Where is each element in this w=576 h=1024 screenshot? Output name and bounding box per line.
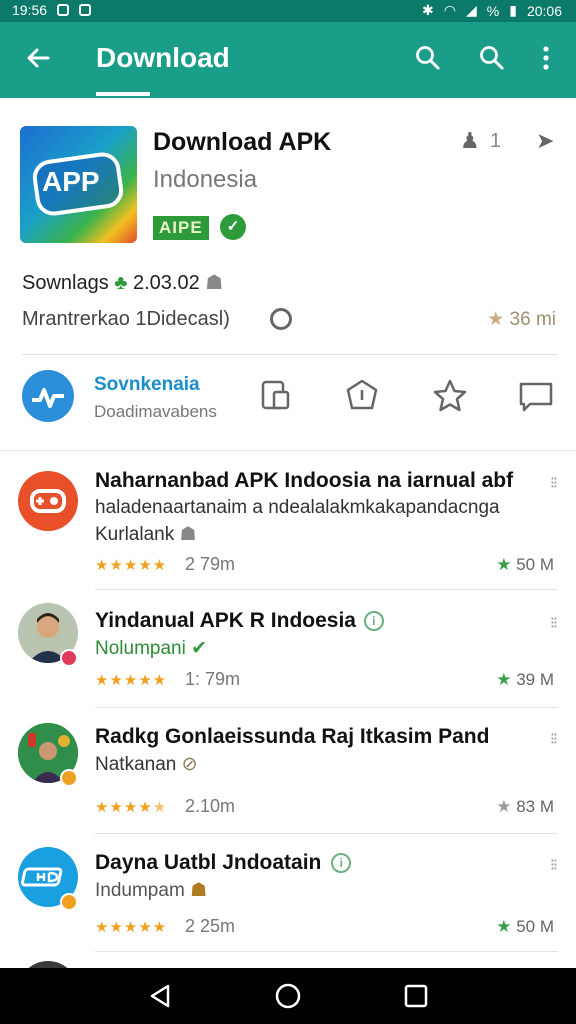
divider	[95, 707, 558, 708]
item-size: 1: 79m	[185, 669, 241, 689]
info-icon[interactable]: i	[363, 611, 384, 631]
title-underline	[96, 92, 150, 96]
nav-back-icon[interactable]	[146, 982, 174, 1010]
star-icon: ★	[487, 309, 505, 330]
verified-icon: ✔	[191, 638, 208, 659]
developer-logo[interactable]	[22, 370, 74, 422]
app-detail-header: APP Download APK Indonesia AIPE ✓ ♟ 1 ➤ …	[0, 98, 576, 450]
item-size: 2 25m	[185, 916, 236, 936]
item-title: Yindanual APK R Indoesia i	[95, 609, 384, 633]
battery-icon: ▮	[509, 2, 517, 18]
logo-text: APP	[42, 166, 100, 197]
nav-recents-icon[interactable]	[402, 982, 430, 1010]
badge-icon	[60, 769, 78, 787]
star-icon: ★	[496, 670, 512, 689]
nav-home-icon[interactable]	[274, 982, 302, 1010]
app-bar: Download	[0, 22, 576, 98]
tag-icon: ⊘	[181, 754, 198, 775]
downloads-value: 2.03.02	[132, 272, 200, 294]
app-logo: APP	[20, 126, 137, 243]
item-size: 2 79m	[185, 554, 236, 574]
star-outline-icon[interactable]	[432, 378, 468, 414]
item-title: Dayna Uatbl Jndoatain i	[95, 851, 352, 875]
star-icon: ★	[496, 797, 512, 816]
status-time-right: 20:06	[526, 2, 562, 19]
page-title: Download	[96, 42, 230, 73]
pulse-icon	[32, 388, 64, 408]
rating-stars: ★★★★★	[95, 672, 168, 689]
item-rating-right: ★ 50 M	[496, 917, 554, 936]
globe-icon[interactable]	[270, 308, 292, 330]
item-description: haladenaartanaim a ndealalakmkakapandacn…	[95, 497, 500, 518]
more-icon[interactable]: ⁝⁝	[550, 729, 558, 749]
divider	[95, 833, 558, 834]
battery-percent: %	[486, 2, 500, 19]
item-title: Naharnanbad APK Indoosia na iarnual abf	[95, 469, 514, 492]
app-subtitle: Indonesia	[153, 166, 258, 193]
downloads-row: Sownlags ♣ 2.03.02 ☗	[22, 270, 223, 295]
app-name: Download APK	[153, 128, 332, 156]
search-icon[interactable]	[414, 44, 442, 72]
item-title: Radkg Gonlaeissunda Raj Itkasim Pand	[95, 725, 490, 748]
person-count: 1	[490, 130, 502, 152]
lock-icon: ☗	[205, 272, 224, 294]
verified-check-icon: ✓	[220, 214, 246, 240]
item-developer: Indumpam ☗	[95, 880, 208, 901]
comment-icon[interactable]	[518, 378, 554, 414]
system-nav-bar	[0, 968, 576, 1024]
rating-stars: ★★★★★	[95, 557, 168, 574]
more-icon[interactable]: ⁝⁝	[550, 473, 558, 493]
lock-icon: ☗	[190, 880, 208, 901]
divider	[22, 354, 558, 355]
status-time-left: 19:56	[12, 2, 48, 18]
wifi-icon: ◠	[443, 2, 456, 18]
badge-icon	[60, 893, 78, 911]
gamepad-icon	[30, 489, 66, 513]
developer-subtitle: Doadimavabens	[94, 402, 217, 421]
item-rating-right: ★ 83 M	[496, 797, 554, 816]
bluetooth-icon: ✱	[422, 2, 434, 18]
star-icon: ★	[496, 917, 512, 936]
signal-icon: ◢	[466, 2, 477, 18]
lock-icon: ☗	[179, 524, 197, 545]
meta-row: Mrantrerkao 1Didecasl)	[22, 308, 230, 330]
app-icon	[18, 471, 78, 531]
rating-summary: ★ 36 mi	[487, 308, 556, 331]
item-developer: Kurlalank ☗	[95, 524, 197, 545]
star-icon: ★	[496, 555, 512, 574]
rating-value: 36 mi	[509, 309, 556, 330]
more-icon[interactable]: ⁝⁝	[550, 855, 558, 875]
status-bar: 19:56 ✱ ◠ ◢ % ▮ 20:06	[0, 0, 576, 22]
share-icon[interactable]: ➤	[536, 128, 554, 154]
item-size: 2.10m	[185, 796, 236, 816]
developer-name[interactable]: Sovnkenaia	[94, 374, 200, 396]
device-icon[interactable]	[258, 378, 294, 414]
more-icon[interactable]: ⁝⁝	[550, 613, 558, 633]
app-list: Naharnanbad APK Indoosia na iarnual abf …	[0, 450, 576, 971]
item-rating-right: ★ 50 M	[496, 555, 554, 574]
divider	[95, 951, 558, 952]
search-icon-2[interactable]	[478, 44, 506, 72]
item-developer: Nolumpani ✔	[95, 638, 208, 659]
item-rating-right: ★ 39 M	[496, 670, 554, 689]
more-vert-icon[interactable]	[532, 44, 560, 72]
download-arrow-icon: ♣	[114, 272, 128, 294]
rating-stars: ★★★★★	[95, 919, 168, 936]
person-icon: ♟	[460, 128, 480, 153]
app-tag-badge: AIPE	[153, 216, 209, 240]
rating-stars: ★★★★★	[95, 799, 168, 816]
badge-icon	[60, 649, 78, 667]
notification-icon-2	[79, 4, 92, 16]
item-developer: Natkanan ⊘	[95, 754, 198, 775]
back-arrow-icon[interactable]	[22, 42, 54, 74]
info-icon[interactable]: i	[331, 853, 352, 873]
info-shield-icon[interactable]	[344, 378, 380, 414]
divider	[95, 589, 558, 590]
downloads-label: Sownlags	[22, 272, 109, 294]
notification-icon	[57, 4, 70, 16]
